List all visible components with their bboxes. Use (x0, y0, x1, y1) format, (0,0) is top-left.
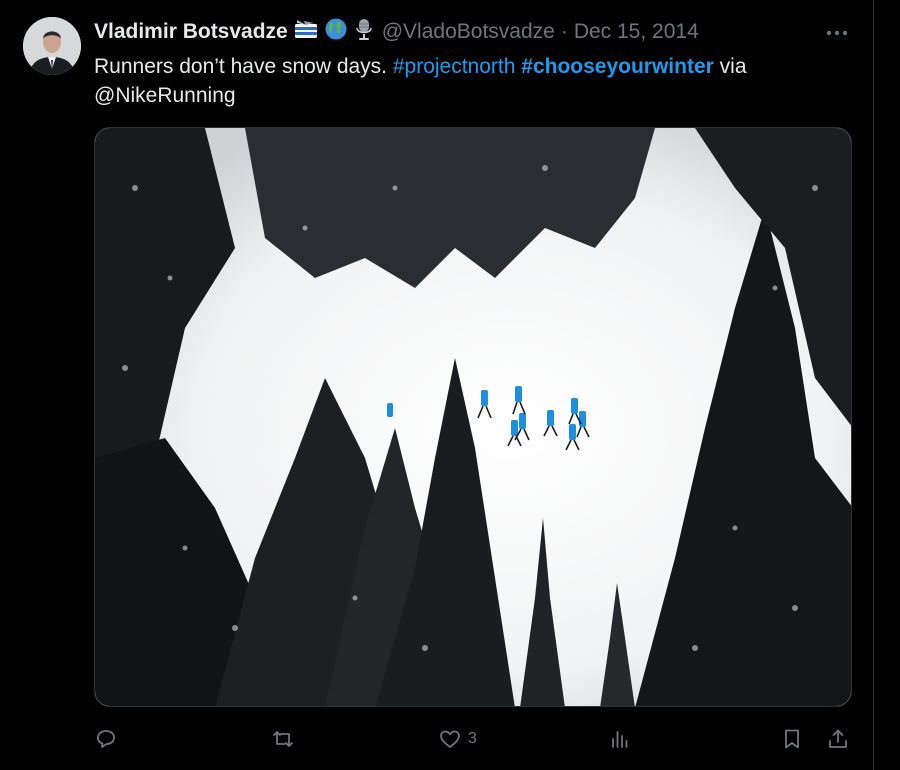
hashtag-projectnorth[interactable]: #projectnorth (393, 55, 516, 78)
views-button[interactable] (608, 722, 638, 756)
avatar[interactable] (23, 17, 81, 75)
retweet-button[interactable] (271, 722, 301, 756)
flag-emoji (294, 18, 318, 46)
action-bar: 3 (94, 722, 854, 756)
display-name[interactable]: Vladimir Botsvadze (94, 20, 288, 44)
separator-dot: · (560, 20, 568, 43)
views-icon (612, 731, 628, 748)
column-divider (873, 0, 874, 770)
tweet-card[interactable]: Vladimir Botsvadze @VladoBotsvadze · Dec… (0, 0, 873, 770)
tweet-header: Vladimir Botsvadze @VladoBotsvadze · Dec… (94, 18, 699, 46)
bookmark-icon (785, 729, 799, 749)
tweet-photo[interactable] (94, 127, 852, 707)
like-button[interactable]: 3 (438, 722, 477, 756)
hashtag-chooseyourwinter[interactable]: #chooseyourwinter (521, 55, 714, 78)
more-options-icon[interactable] (822, 20, 852, 46)
like-count: 3 (468, 730, 477, 747)
heart-icon (440, 730, 460, 748)
mention-nikerunning[interactable]: @NikeRunning (94, 84, 236, 107)
share-icon (829, 729, 847, 748)
globe-emoji (324, 17, 348, 47)
reply-icon (97, 730, 115, 748)
tweet-date[interactable]: Dec 15, 2014 (574, 20, 699, 44)
reply-button[interactable] (94, 722, 124, 756)
retweet-icon (273, 731, 293, 747)
author-handle[interactable]: @VladoBotsvadze (382, 20, 555, 44)
bookmark-button[interactable] (780, 722, 804, 756)
tweet-text: Runners don’t have snow days. #projectno… (94, 52, 824, 110)
snow-forest-photo (95, 128, 851, 706)
share-button[interactable] (826, 722, 850, 756)
avatar-photo (23, 17, 81, 75)
text-via: via (713, 55, 747, 78)
microphone-emoji (354, 17, 374, 47)
tweet-text-body: Runners don’t have snow days. (94, 55, 393, 78)
